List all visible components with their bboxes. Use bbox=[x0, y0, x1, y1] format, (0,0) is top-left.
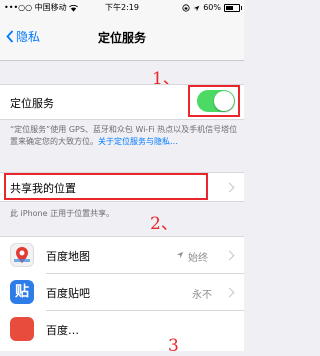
app-row-baidu-app[interactable]: 百度… bbox=[0, 311, 244, 351]
battery-percent: 60% bbox=[203, 3, 221, 12]
app-row-baidu-tieba[interactable]: 贴 百度贴吧 永不 bbox=[0, 274, 244, 310]
annotation-step-2: 2、 bbox=[150, 214, 178, 234]
app-name: 百度地图 bbox=[46, 250, 90, 263]
apps-list: 百度地图 始终 贴 百度贴吧 永不 百度… bbox=[0, 236, 244, 351]
baidu-tieba-icon: 贴 bbox=[10, 280, 34, 304]
app-location-setting: 始终 bbox=[188, 253, 208, 264]
app-name: 百度… bbox=[46, 324, 79, 337]
annotation-step-3: 3 bbox=[168, 336, 179, 356]
location-arrow-icon bbox=[176, 251, 184, 259]
annotation-box-share bbox=[4, 173, 208, 200]
battery-fill bbox=[226, 6, 234, 10]
chevron-right-icon bbox=[224, 182, 235, 193]
app-location-setting: 永不 bbox=[192, 290, 212, 301]
baidu-maps-icon bbox=[10, 243, 34, 267]
location-services-description: “定位服务”使用 GPS、蓝牙和众包 Wi-Fi 热点以及手机信号塔位置来确定您… bbox=[10, 124, 238, 148]
navigation-bar: 隐私 定位服务 bbox=[0, 16, 244, 61]
location-arrow-icon bbox=[193, 5, 200, 11]
share-location-footer: 此 iPhone 正用于位置共享。 bbox=[10, 209, 115, 218]
map-pin-icon bbox=[14, 247, 30, 263]
status-right: 60% bbox=[182, 0, 242, 16]
status-bar: •••○○ 中国移动 下午2:19 60% bbox=[0, 0, 244, 16]
lock-rotation-icon bbox=[182, 4, 190, 12]
app-name: 百度贴吧 bbox=[46, 287, 90, 300]
chevron-right-icon bbox=[224, 287, 235, 298]
privacy-link[interactable]: 关于定位服务与隐私… bbox=[98, 137, 178, 146]
page-title: 定位服务 bbox=[97, 31, 146, 45]
location-services-label: 定位服务 bbox=[10, 97, 54, 110]
annotation-box-toggle bbox=[188, 85, 240, 117]
baidu-app-icon bbox=[10, 317, 34, 341]
app-row-baidu-maps[interactable]: 百度地图 始终 bbox=[0, 237, 244, 273]
chevron-right-icon bbox=[224, 250, 235, 261]
battery-icon bbox=[224, 4, 242, 12]
